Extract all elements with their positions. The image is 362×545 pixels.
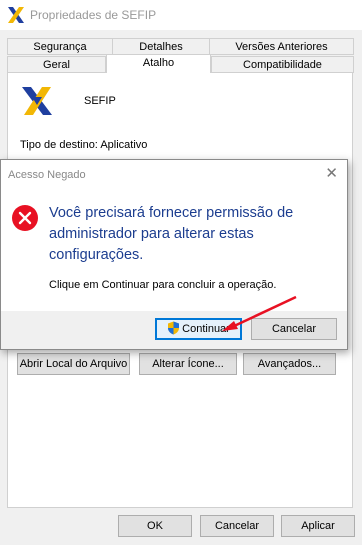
continue-label: Continuar (182, 323, 230, 335)
advanced-button[interactable]: Avançados... (243, 353, 336, 375)
window-title: Propriedades de SEFIP (30, 8, 157, 22)
tab-compatibilidade[interactable]: Compatibilidade (211, 56, 354, 73)
cancel-button[interactable]: Cancelar (200, 515, 274, 537)
dialog-instruction: Clique em Continuar para concluir a oper… (49, 279, 277, 291)
dialog-title: Acesso Negado (8, 169, 86, 181)
dialog-message: Você precisará fornecer permissão de adm… (49, 205, 294, 263)
tab-seguranca[interactable]: Segurança (7, 38, 113, 55)
tab-geral[interactable]: Geral (7, 56, 106, 73)
error-icon (12, 205, 38, 231)
continue-button[interactable]: Continuar (155, 318, 242, 340)
title-bar: Propriedades de SEFIP (0, 0, 362, 30)
change-icon-button[interactable]: Alterar Ícone... (139, 353, 237, 375)
open-file-location-button[interactable]: Abrir Local do Arquivo (17, 353, 130, 375)
tab-detalhes[interactable]: Detalhes (112, 38, 210, 55)
app-name: SEFIP (84, 95, 116, 107)
sefip-large-icon (22, 87, 52, 115)
uac-shield-icon (168, 321, 180, 335)
apply-button[interactable]: Aplicar (281, 515, 355, 537)
access-denied-dialog: Acesso Negado ✕ Você precisará fornecer … (0, 159, 348, 350)
close-icon[interactable]: ✕ (325, 164, 338, 182)
sefip-app-icon (8, 7, 24, 23)
tipo-destino-label: Tipo de destino: Aplicativo (20, 139, 148, 151)
dialog-cancel-button[interactable]: Cancelar (251, 318, 337, 340)
tab-atalho[interactable]: Atalho (106, 54, 211, 73)
ok-button[interactable]: OK (118, 515, 192, 537)
tab-versoes-anteriores[interactable]: Versões Anteriores (209, 38, 354, 55)
